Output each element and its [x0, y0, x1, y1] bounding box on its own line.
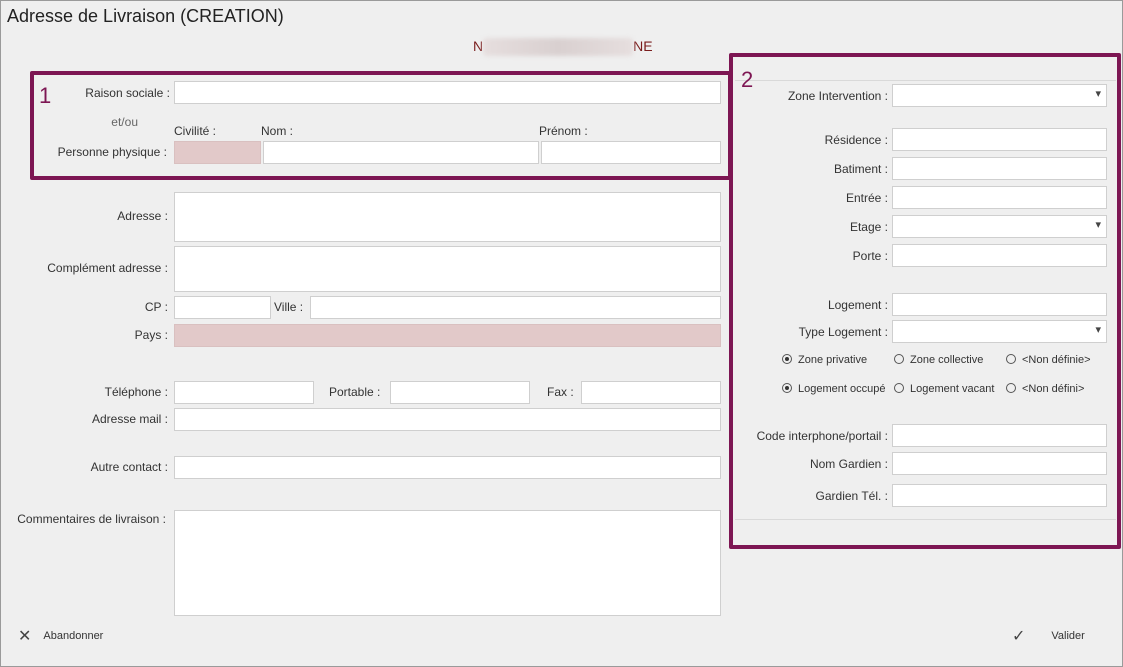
radio-checked-icon [782, 383, 792, 393]
portable-label: Portable : [329, 385, 381, 399]
pays-label: Pays : [134, 328, 168, 342]
pays-select[interactable] [174, 324, 721, 347]
nom-label: Nom : [261, 124, 294, 138]
client-name-prefix: N [473, 38, 484, 54]
fax-label: Fax : [547, 385, 574, 399]
fax-input[interactable] [581, 381, 721, 404]
telephone-input[interactable] [174, 381, 314, 404]
nom-input[interactable] [263, 141, 539, 164]
telephone-label: Téléphone : [104, 385, 168, 399]
radio-label: <Non définie> [1022, 354, 1091, 366]
commentaires-input[interactable] [174, 510, 721, 616]
zone-intervention-select[interactable] [892, 84, 1107, 107]
radio-unchecked-icon [1006, 383, 1016, 393]
radio-label: <Non défini> [1022, 383, 1085, 395]
client-name: N NE [473, 38, 653, 57]
commentaires-label: Commentaires de livraison : [17, 512, 166, 526]
radio-unchecked-icon [894, 383, 904, 393]
interphone-input[interactable] [892, 424, 1107, 447]
entree-input[interactable] [892, 186, 1107, 209]
radio-checked-icon [782, 354, 792, 364]
porte-label: Porte : [852, 249, 888, 263]
check-icon: ✓ [1012, 628, 1026, 645]
nom-gardien-label: Nom Gardien : [809, 457, 888, 471]
ville-label: Ville : [274, 300, 304, 314]
civilite-label: Civilité : [174, 124, 217, 138]
etou-label: et/ou [111, 115, 138, 129]
radio-logement-vacant[interactable]: Logement vacant [894, 383, 994, 395]
etage-label: Etage : [849, 220, 888, 234]
adresse-label: Adresse : [117, 209, 168, 223]
ville-input[interactable] [310, 296, 721, 319]
autre-contact-input[interactable] [174, 456, 721, 479]
valider-button[interactable]: ✓ Valider [1012, 626, 1085, 646]
radio-label: Zone collective [910, 354, 984, 366]
valider-label: Valider [1051, 630, 1085, 642]
civilite-select[interactable] [174, 141, 261, 164]
raison-sociale-label: Raison sociale : [85, 86, 170, 100]
radio-zone-non-definie[interactable]: <Non définie> [1006, 354, 1091, 366]
batiment-label: Batiment : [833, 162, 888, 176]
logement-label: Logement : [827, 298, 888, 312]
logement-input[interactable] [892, 293, 1107, 316]
residence-input[interactable] [892, 128, 1107, 151]
zone-intervention-label: Zone Intervention : [787, 89, 888, 103]
complement-adresse-label: Complément adresse : [47, 261, 168, 275]
section-1-marker: 1 [39, 83, 52, 108]
radio-zone-collective[interactable]: Zone collective [894, 354, 983, 366]
radio-unchecked-icon [894, 354, 904, 364]
radio-unchecked-icon [1006, 354, 1016, 364]
adresse-input[interactable] [174, 192, 721, 242]
type-logement-select[interactable] [892, 320, 1107, 343]
close-icon: ✕ [18, 628, 32, 645]
radio-zone-privative[interactable]: Zone privative [782, 354, 867, 366]
nom-gardien-input[interactable] [892, 452, 1107, 475]
autre-contact-label: Autre contact : [90, 460, 168, 474]
prenom-label: Prénom : [539, 124, 588, 138]
gardien-tel-input[interactable] [892, 484, 1107, 507]
gardien-tel-label: Gardien Tél. : [815, 489, 888, 503]
abandonner-button[interactable]: ✕ Abandonner [18, 626, 103, 646]
porte-input[interactable] [892, 244, 1107, 267]
complement-adresse-input[interactable] [174, 246, 721, 292]
type-logement-label: Type Logement : [798, 325, 888, 339]
batiment-input[interactable] [892, 157, 1107, 180]
section-2-marker: 2 [741, 67, 754, 92]
etage-select[interactable] [892, 215, 1107, 238]
radio-label: Logement occupé [798, 383, 886, 395]
redacted-text [483, 38, 634, 57]
dialog-title: Adresse de Livraison (CREATION) [7, 6, 284, 26]
cp-label: CP : [144, 300, 168, 314]
interphone-label: Code interphone/portail : [756, 429, 888, 443]
radio-label: Logement vacant [910, 383, 995, 395]
client-name-suffix: NE [633, 38, 653, 54]
adresse-mail-input[interactable] [174, 408, 721, 431]
personne-physique-label: Personne physique : [57, 145, 167, 159]
residence-label: Résidence : [824, 133, 888, 147]
radio-label: Zone privative [798, 354, 868, 366]
radio-logement-occupe[interactable]: Logement occupé [782, 383, 885, 395]
portable-input[interactable] [390, 381, 530, 404]
abandonner-label: Abandonner [43, 630, 104, 642]
raison-sociale-input[interactable] [174, 81, 721, 104]
prenom-input[interactable] [541, 141, 721, 164]
entree-label: Entrée : [845, 191, 888, 205]
radio-logement-non-defini[interactable]: <Non défini> [1006, 383, 1084, 395]
adresse-mail-label: Adresse mail : [91, 412, 168, 426]
cp-input[interactable] [174, 296, 271, 319]
